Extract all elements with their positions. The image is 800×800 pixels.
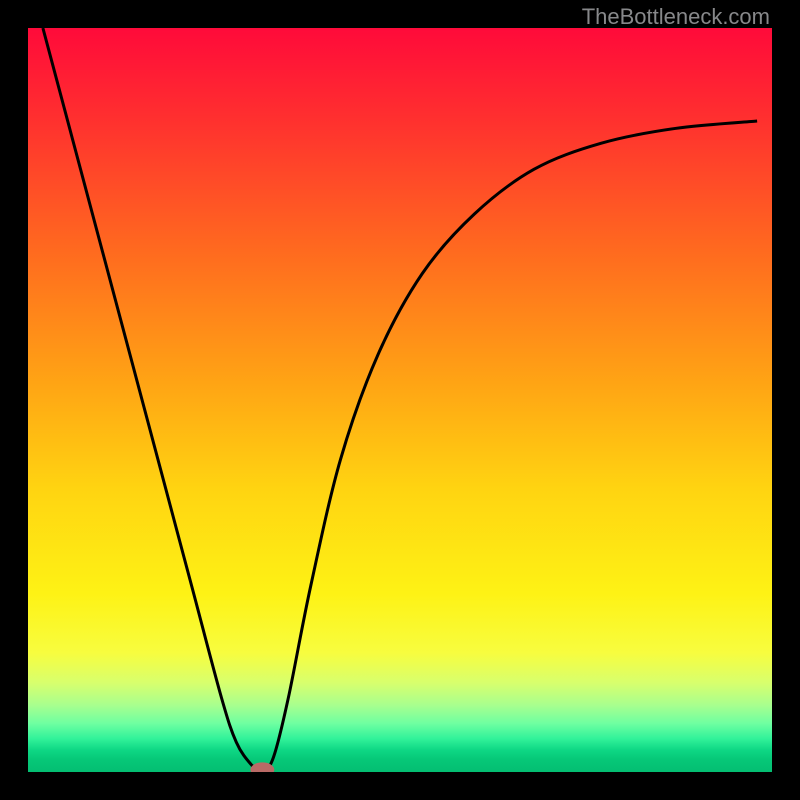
watermark-text: TheBottleneck.com <box>582 4 770 30</box>
bottleneck-curve <box>43 28 757 772</box>
curve-layer <box>28 28 772 772</box>
chart-frame: TheBottleneck.com <box>0 0 800 800</box>
plot-area <box>28 28 772 772</box>
